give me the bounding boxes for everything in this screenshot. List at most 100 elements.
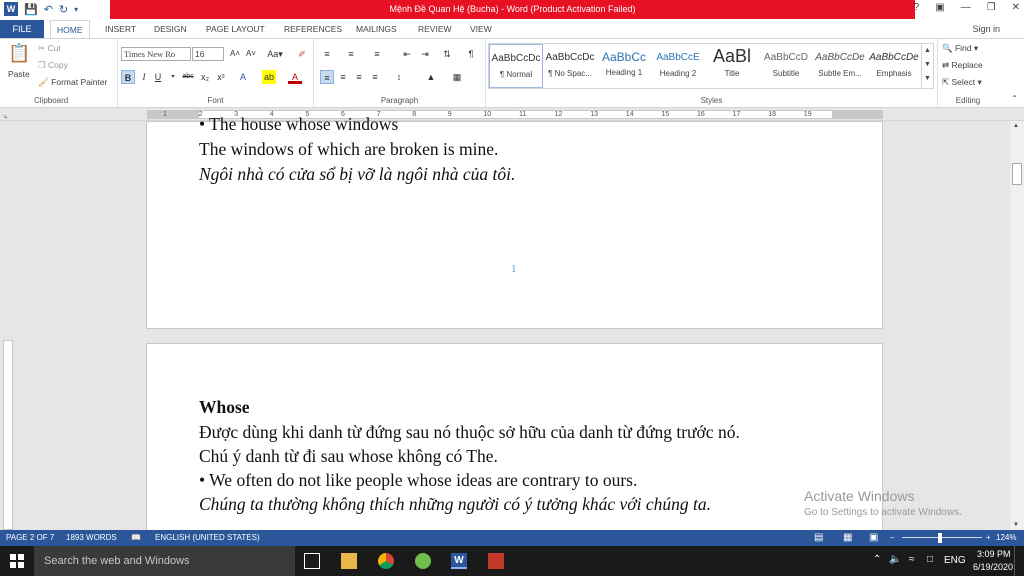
style-emphasis[interactable]: AaBbCcDe Emphasis [867,44,921,88]
font-name-combo[interactable]: Times New Ro [121,47,191,61]
style-no-spacing[interactable]: AaBbCcDc ¶ No Spac... [543,44,597,88]
help-icon[interactable]: ? [914,2,920,13]
tray-expand-icon[interactable]: ⌃ [873,554,881,565]
tab-review[interactable]: REVIEW [418,20,452,38]
strikethrough-button[interactable]: abc [180,70,196,84]
highlight-icon[interactable]: ab [262,70,276,84]
format-painter-button[interactable]: 🖌 Format Painter [38,77,107,88]
zoom-slider[interactable] [902,537,982,538]
scroll-down-icon[interactable]: ▼ [1013,522,1019,528]
style-title[interactable]: AaBl Title [705,44,759,88]
shrink-font-icon[interactable]: A˅ [244,47,258,61]
style-normal[interactable]: AaBbCcDc ¶ Normal [489,44,543,88]
tab-file[interactable]: FILE [0,20,44,38]
multilevel-list-icon[interactable]: ≡ [370,47,384,61]
zoom-level[interactable]: 124% [996,530,1016,546]
zoom-out-icon[interactable]: – [890,530,894,546]
scrollbar-thumb[interactable] [1012,163,1022,185]
chrome-icon[interactable] [378,553,394,569]
font-size-combo[interactable]: 16 [192,47,224,61]
tab-home[interactable]: HOME [50,20,90,38]
font-color-icon[interactable]: A [288,70,302,84]
copy-button[interactable]: ❐ Copy [38,60,68,71]
shading-icon[interactable]: ▲ [424,70,438,84]
sign-in-link[interactable]: Sign in [972,24,1000,34]
style-subtle-emphasis[interactable]: AaBbCcDe Subtle Em... [813,44,867,88]
collapse-ribbon-icon[interactable]: ⌃ [1011,94,1018,103]
tab-selector-icon[interactable]: ⌞ [4,110,13,119]
read-mode-icon[interactable]: ▤ [814,530,823,546]
minimize-icon[interactable]: — [961,2,971,13]
notification-icon[interactable]: □ [927,554,933,565]
word-taskbar-icon[interactable]: W [451,553,467,569]
style-heading-1[interactable]: AaBbCc Heading 1 [597,44,651,88]
grow-font-icon[interactable]: A˄ [228,47,242,61]
doc-line-example-vi[interactable]: Chúng ta thường không thích những người … [199,494,711,515]
close-icon[interactable]: ✕ [1012,2,1020,13]
find-button[interactable]: 🔍 Find ▾ [942,43,978,54]
windows-start-icon[interactable] [10,554,24,568]
word-app-icon[interactable]: W [4,2,18,16]
language-indicator[interactable]: ENGLISH (UNITED STATES) [155,530,260,546]
underline-dropdown-icon[interactable]: ▾ [166,70,180,84]
subscript-button[interactable]: x₂ [198,70,212,84]
doc-line-bullet-house[interactable]: • The house whose windows [199,114,398,135]
show-formatting-icon[interactable]: ¶ [464,47,478,61]
vertical-scrollbar[interactable]: ▲ ▼ [1010,121,1024,530]
taskbar-search-box[interactable]: Search the web and Windows [34,546,295,576]
word-count[interactable]: 1893 WORDS [66,530,117,546]
select-button[interactable]: ⇱ Select ▾ [942,77,982,88]
text-effects-icon[interactable]: A [236,70,250,84]
page-1[interactable]: • The house whose windows The windows of… [146,114,883,329]
align-right-icon[interactable]: ≡ [352,70,366,84]
volume-icon[interactable]: 🔈 [889,554,901,565]
page-2[interactable]: Whose Được dùng khi danh từ đứng sau nó … [146,343,883,543]
doc-line-note[interactable]: Chú ý danh từ đi sau whose không có The. [199,446,498,467]
paste-button[interactable]: Paste [8,69,30,79]
task-view-icon[interactable] [304,553,320,569]
change-case-icon[interactable]: Aa▾ [265,47,285,61]
tab-view[interactable]: VIEW [470,20,492,38]
increase-indent-icon[interactable]: ⇥ [418,47,432,61]
snipping-tool-icon[interactable] [488,553,504,569]
tab-insert[interactable]: INSERT [105,20,136,38]
line-spacing-icon[interactable]: ↕ [392,70,406,84]
web-layout-icon[interactable]: ▣ [869,530,878,546]
proofing-icon[interactable]: 📖 [131,530,141,546]
doc-line-example[interactable]: • We often do not like people whose idea… [199,470,637,491]
save-icon[interactable]: 💾 [24,3,38,16]
cut-button[interactable]: ✂ Cut [38,43,61,54]
decrease-indent-icon[interactable]: ⇤ [400,47,414,61]
doc-line-definition[interactable]: Được dùng khi danh từ đứng sau nó thuộc … [199,422,740,443]
customize-qat-icon[interactable]: ▾ [74,5,78,14]
clear-formatting-icon[interactable]: ✐ [295,47,309,61]
align-left-icon[interactable]: ≡ [320,70,334,84]
bullets-icon[interactable]: ≡ [320,47,334,61]
superscript-button[interactable]: x² [214,70,228,84]
ribbon-display-icon[interactable]: ▣ [935,2,944,13]
replace-button[interactable]: ⇄ Replace [942,60,983,71]
italic-button[interactable]: I [137,70,151,84]
numbering-icon[interactable]: ≡ [344,47,358,61]
style-heading-2[interactable]: AaBbCcE Heading 2 [651,44,705,88]
doc-heading-whose[interactable]: Whose [199,397,250,418]
print-layout-icon[interactable]: ▦ [843,530,852,546]
app-icon[interactable] [415,553,431,569]
language-tray[interactable]: ENG [944,555,966,566]
page-count[interactable]: PAGE 2 OF 7 [6,530,54,546]
style-subtitle[interactable]: AaBbCcD Subtitle [759,44,813,88]
redo-icon[interactable]: ↻ [59,3,68,16]
borders-icon[interactable]: ▦ [450,70,464,84]
doc-line-vietnamese-1[interactable]: Ngôi nhà có cửa sổ bị vỡ là ngôi nhà của… [199,164,515,185]
sort-icon[interactable]: ⇅ [440,47,454,61]
bold-button[interactable]: B [121,70,135,84]
scroll-up-icon[interactable]: ▲ [1013,123,1019,129]
underline-button[interactable]: U [151,70,165,84]
paste-icon[interactable]: 📋 [8,43,30,64]
doc-line-windows[interactable]: The windows of which are broken is mine. [199,139,498,160]
align-center-icon[interactable]: ≡ [336,70,350,84]
zoom-in-icon[interactable]: + [986,530,991,546]
tab-page-layout[interactable]: PAGE LAYOUT [206,20,265,38]
show-desktop-button[interactable] [1014,546,1024,576]
tab-design[interactable]: DESIGN [154,20,187,38]
